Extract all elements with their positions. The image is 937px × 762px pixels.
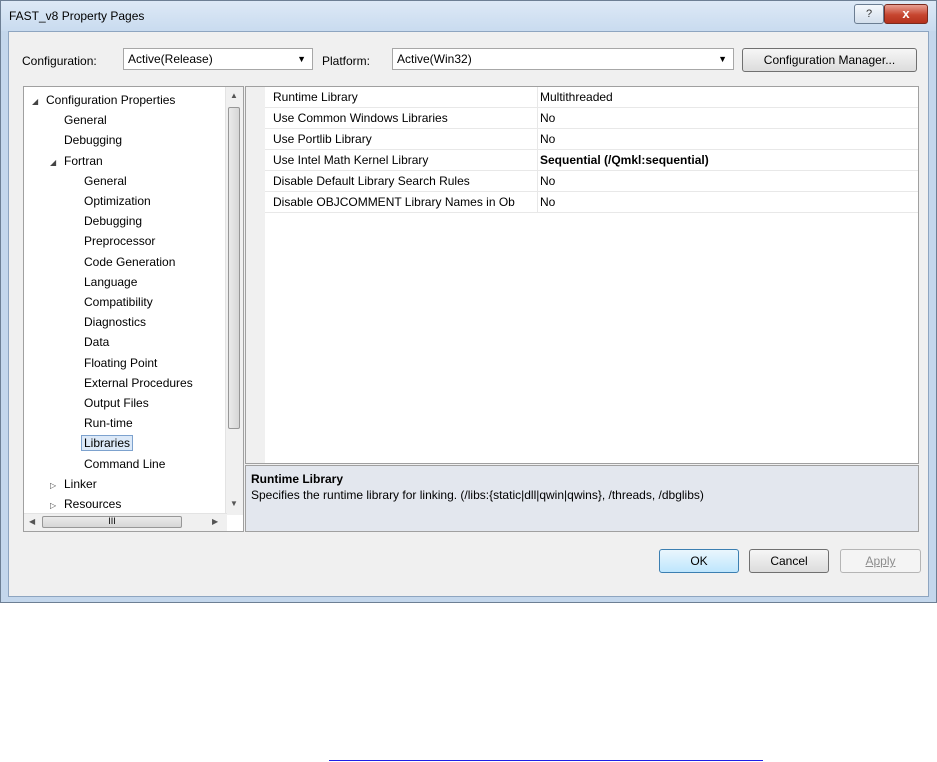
tree-item-label: Code Generation <box>84 254 176 269</box>
property-value[interactable]: No <box>537 171 555 191</box>
category-tree[interactable]: ◢ Configuration Properties General Debuggin… <box>23 86 244 532</box>
scroll-up-icon[interactable]: ▲ <box>230 91 238 100</box>
property-name: Disable OBJCOMMENT Library Names in Ob <box>273 195 515 209</box>
collapsed-arrow-icon[interactable]: ▷ <box>50 477 64 495</box>
tree-item-label: General <box>64 113 107 128</box>
tree-item-label: Resources <box>64 497 122 511</box>
tree-item-label: Configuration Properties <box>46 93 176 107</box>
tree-item[interactable]: Language <box>70 273 137 291</box>
tree-item[interactable]: Preprocessor <box>70 232 155 250</box>
description-title: Runtime Library <box>251 472 344 486</box>
tree-item[interactable]: ▷ Linker <box>50 475 97 493</box>
platform-dropdown[interactable]: Active(Win32) ▼ <box>392 48 734 70</box>
tree-item[interactable]: Run-time <box>70 414 133 432</box>
property-name: Disable Default Library Search Rules <box>273 174 470 188</box>
expanded-arrow-icon[interactable]: ◢ <box>32 93 46 111</box>
property-value[interactable]: Sequential (/Qmkl:sequential) <box>537 150 709 170</box>
property-row[interactable]: Disable OBJCOMMENT Library Names in Ob No <box>265 192 918 213</box>
property-value[interactable]: No <box>537 129 555 149</box>
property-row[interactable]: Use Intel Math Kernel Library Sequential … <box>265 150 918 171</box>
platform-value: Active(Win32) <box>397 52 472 66</box>
property-value[interactable]: Multithreaded <box>537 87 613 107</box>
tree-item-label: External Procedures <box>84 375 193 390</box>
grid-gutter <box>246 87 265 463</box>
tree-item-label: Debugging <box>84 214 143 229</box>
tree-item-label: Fortran <box>64 153 103 168</box>
property-value[interactable]: No <box>537 192 555 212</box>
tree-item[interactable]: General <box>50 111 107 129</box>
property-grid[interactable]: Runtime Library Multithreaded Use Common W… <box>245 86 919 464</box>
property-row[interactable]: Runtime Library Multithreaded <box>265 87 918 108</box>
description-panel: Runtime Library Specifies the runtime li… <box>245 465 919 532</box>
tree-horizontal-scrollbar[interactable]: ◀ III ▶ <box>24 513 227 531</box>
configuration-manager-button[interactable]: Configuration Manager... <box>742 48 917 72</box>
tree-item[interactable]: Debugging <box>50 131 122 149</box>
property-value[interactable]: No <box>537 108 555 128</box>
property-name: Use Intel Math Kernel Library <box>273 153 429 167</box>
property-name: Use Portlib Library <box>273 132 372 146</box>
chevron-down-icon: ▼ <box>297 54 306 64</box>
tree-item-label: Linker <box>64 476 97 491</box>
tree-item[interactable]: Libraries <box>70 434 134 452</box>
property-pages-dialog: FAST_v8 Property Pages ? x Configuration… <box>0 0 937 603</box>
tree-item-label: Libraries <box>81 435 134 452</box>
ok-button[interactable]: OK <box>659 549 739 573</box>
scroll-right-icon[interactable]: ▶ <box>212 517 218 526</box>
configuration-label: Configuration: <box>22 54 97 68</box>
configuration-value: Active(Release) <box>128 52 213 66</box>
dialog-client-area: Configuration: Active(Release) ▼ Platfor… <box>8 31 929 597</box>
tree-vertical-scrollbar[interactable]: ▲ ▼ <box>225 87 243 515</box>
tree-item[interactable]: Debugging <box>70 212 142 230</box>
tree-item[interactable]: Floating Point <box>70 354 157 372</box>
tree-item-label: Language <box>84 274 138 289</box>
scroll-left-icon[interactable]: ◀ <box>29 517 35 526</box>
tree-item-label: General <box>84 173 127 188</box>
tree-item[interactable]: External Procedures <box>70 374 193 392</box>
hyperlink-underline[interactable] <box>329 760 763 761</box>
scroll-thumb[interactable] <box>228 107 240 429</box>
tree-item[interactable]: General <box>70 172 127 190</box>
property-row[interactable]: Disable Default Library Search Rules No <box>265 171 918 192</box>
tree-item-label: Preprocessor <box>84 234 156 249</box>
tree-item[interactable]: Data <box>70 333 109 351</box>
close-button[interactable]: x <box>884 4 928 24</box>
tree-item[interactable]: ◢ Configuration Properties <box>32 91 175 109</box>
apply-button[interactable]: Apply <box>840 549 921 573</box>
tree-item-label: Floating Point <box>84 355 158 370</box>
expanded-arrow-icon[interactable]: ◢ <box>50 154 64 172</box>
tree-item[interactable]: ▷ Resources <box>50 495 121 513</box>
tree-item-label: Command Line <box>84 456 166 471</box>
apply-label: Apply <box>865 554 896 568</box>
tree-item[interactable]: Diagnostics <box>70 313 146 331</box>
scroll-down-icon[interactable]: ▼ <box>230 499 238 508</box>
tree-item[interactable]: ◢ Fortran <box>50 152 103 170</box>
property-row[interactable]: Use Common Windows Libraries No <box>265 108 918 129</box>
tree-item-label: Compatibility <box>84 295 153 309</box>
property-name: Runtime Library <box>273 90 358 104</box>
chevron-down-icon: ▼ <box>718 54 727 64</box>
tree-item-label: Diagnostics <box>84 315 147 330</box>
tree-item[interactable]: Compatibility <box>70 293 153 311</box>
cancel-button[interactable]: Cancel <box>749 549 829 573</box>
property-row[interactable]: Use Portlib Library No <box>265 129 918 150</box>
help-button[interactable]: ? <box>854 4 884 24</box>
window-title: FAST_v8 Property Pages <box>9 9 145 23</box>
configuration-dropdown[interactable]: Active(Release) ▼ <box>123 48 313 70</box>
tree-item-label: Optimization <box>84 194 151 208</box>
tree-item[interactable]: Command Line <box>70 455 165 473</box>
tree-item-label: Output Files <box>84 396 149 410</box>
tree-item[interactable]: Optimization <box>70 192 151 210</box>
tree-item[interactable]: Code Generation <box>70 253 175 271</box>
description-text: Specifies the runtime library for linkin… <box>251 488 704 502</box>
tree-item[interactable]: Output Files <box>70 394 149 412</box>
title-bar[interactable]: FAST_v8 Property Pages ? x <box>1 1 936 31</box>
property-name: Use Common Windows Libraries <box>273 111 448 125</box>
tree-item-label: Run-time <box>84 416 133 431</box>
platform-label: Platform: <box>322 54 371 68</box>
scroll-thumb-horizontal[interactable]: III <box>42 516 182 528</box>
scroll-grip-icon: III <box>108 516 116 526</box>
tree-item-label: Data <box>84 335 110 350</box>
tree-item-label: Debugging <box>64 133 123 148</box>
